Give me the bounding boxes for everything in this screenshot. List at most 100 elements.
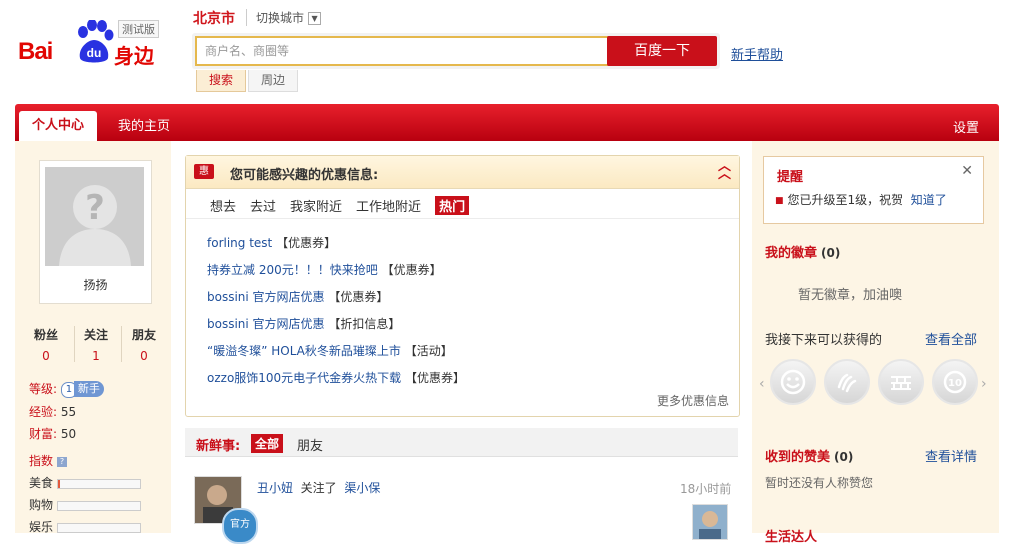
filter-near-home[interactable]: 我家附近 <box>290 196 342 215</box>
reminder-box: 提醒 ✕ ■ 您已升级至1级，祝贺 知道了 <box>763 156 984 224</box>
likes-count: (0) <box>834 450 854 464</box>
ten-badge-icon[interactable]: 10 <box>932 359 978 405</box>
search-input[interactable]: 商户名、商圈等 <box>195 36 618 66</box>
tab-my-homepage[interactable]: 我的主页 <box>118 115 170 134</box>
deal-link[interactable]: “暖溢冬璨” HOLA秋冬新品璀璨上市 <box>207 344 401 358</box>
likes-title: 收到的赞美 <box>765 450 831 465</box>
feed-target-avatar[interactable] <box>692 504 728 540</box>
deal-item: ozzo服饰100元电子代金券火热下载 【优惠券】 <box>207 369 465 386</box>
view-all-badges-link[interactable]: 查看全部 <box>925 329 977 348</box>
feed-header: 新鲜事: 全部 朋友 <box>185 428 738 457</box>
deal-badge-icon: 惠 <box>194 164 214 179</box>
logo-du: du <box>87 46 102 60</box>
chevron-down-icon: ▼ <box>308 12 322 25</box>
svg-text:10: 10 <box>948 378 962 389</box>
badges-count: (0) <box>821 246 841 260</box>
likes-empty-text: 暂时还没有人称赞您 <box>765 476 874 490</box>
help-link[interactable]: 新手帮助 <box>731 44 783 63</box>
stat-value: 1 <box>92 349 100 363</box>
stat-fans[interactable]: 粉丝 0 <box>24 326 68 363</box>
reminder-message: ■ 您已升级至1级，祝贺 知道了 <box>775 191 947 208</box>
deal-item: bossini 官方网店优惠 【优惠券】 <box>207 288 388 305</box>
exp-label: 经验: <box>29 405 58 419</box>
deal-link[interactable]: 持券立减 200元！！！快来抢吧 <box>207 263 378 277</box>
level-label: 等级: <box>29 382 58 396</box>
stat-value: 0 <box>140 349 148 363</box>
filter-want[interactable]: 想去 <box>210 196 236 215</box>
help-icon[interactable]: ? <box>57 456 68 467</box>
feed-target-link[interactable]: 渠小保 <box>344 481 380 495</box>
deal-link[interactable]: forling test <box>207 236 272 250</box>
deal-item: forling test 【优惠券】 <box>207 234 336 251</box>
tab-search[interactable]: 搜索 <box>196 70 246 92</box>
stat-following[interactable]: 关注 1 <box>74 326 118 363</box>
filter-hot[interactable]: 热门 <box>435 196 470 215</box>
feed-tab-friends[interactable]: 朋友 <box>297 435 323 454</box>
deal-link[interactable]: bossini 官方网店优惠 <box>207 317 325 331</box>
deal-tag: 【优惠券】 <box>405 371 466 385</box>
level-row: 等级: 1 新手 <box>29 380 104 398</box>
deals-title: 您可能感兴趣的优惠信息: <box>230 168 379 183</box>
badges-heading: 我的徽章 (0) <box>765 242 840 261</box>
close-icon[interactable]: ✕ <box>961 163 973 179</box>
chevron-right-icon[interactable]: › <box>981 376 987 392</box>
filter-near-work[interactable]: 工作地附近 <box>356 196 421 215</box>
search-button[interactable]: 百度一下 <box>607 36 717 66</box>
reminder-title: 提醒 <box>777 170 804 185</box>
acknowledge-link[interactable]: 知道了 <box>911 193 947 207</box>
profile-card: ? 扬扬 <box>39 160 152 304</box>
official-badge: 官方 <box>222 508 258 544</box>
level-name: 新手 <box>73 381 104 397</box>
deal-tag: 【折扣信息】 <box>328 317 401 331</box>
stat-label: 关注 <box>83 328 108 342</box>
feed-timestamp: 18小时前 <box>680 482 732 496</box>
filter-been[interactable]: 去过 <box>250 196 276 215</box>
tab-nearby[interactable]: 周边 <box>248 70 298 92</box>
deals-panel: 惠 您可能感兴趣的优惠信息: ︿ ︿ 想去 去过 我家附近 工作地附近 热门 forlin… <box>185 155 740 417</box>
deal-link[interactable]: bossini 官方网店优惠 <box>207 290 325 304</box>
deal-item: 持券立减 200元！！！快来抢吧 【优惠券】 <box>207 261 442 278</box>
index-fill <box>58 479 61 488</box>
wealth-value: 50 <box>60 427 77 441</box>
reminder-text: 您已升级至1级，祝贺 <box>787 193 904 207</box>
more-deals-link[interactable]: 更多优惠信息 <box>657 392 729 409</box>
index-progress-bar <box>57 522 142 533</box>
avatar[interactable]: ? <box>45 167 144 266</box>
index-item-label: 美食 <box>29 476 54 490</box>
level-badge[interactable]: 1 新手 <box>60 381 104 398</box>
index-label: 指数 <box>29 454 54 468</box>
switch-city-label: 切换城市 <box>256 11 305 25</box>
baidu-logo[interactable]: 测试版 Bai du 身边 <box>18 18 166 72</box>
smiley-badge-icon[interactable] <box>770 359 816 405</box>
main-nav: 个人中心 我的主页 设置 <box>15 104 999 141</box>
exp-row: 经验: 55 <box>29 403 76 420</box>
feed-item-text: 丑小妞 关注了 渠小保 <box>257 479 380 496</box>
next-badges-label: 我接下来可以获得的 <box>765 333 883 348</box>
switch-city-dropdown[interactable]: 切换城市 ▼ <box>246 9 322 26</box>
feed-user-link[interactable]: 丑小妞 <box>257 481 293 495</box>
logo-bai: Bai <box>18 38 53 65</box>
brick-wall-badge-icon[interactable] <box>878 359 924 405</box>
search-box: 商户名、商圈等 百度一下 <box>192 33 720 69</box>
view-likes-detail-link[interactable]: 查看详情 <box>925 446 977 465</box>
deal-tag: 【优惠券】 <box>381 263 442 277</box>
default-avatar-icon: ? <box>45 167 144 266</box>
feed-tab-all[interactable]: 全部 <box>251 434 284 453</box>
deal-item: bossini 官方网店优惠 【折扣信息】 <box>207 315 400 332</box>
bullet-icon: ■ <box>775 195 784 206</box>
user-name[interactable]: 扬扬 <box>40 276 151 293</box>
wave-hand-badge-icon[interactable] <box>824 359 870 405</box>
exp-value: 55 <box>60 405 77 419</box>
chevron-left-icon[interactable]: ‹ <box>759 376 765 392</box>
tab-personal-center[interactable]: 个人中心 <box>19 111 97 141</box>
feed-action: 关注了 <box>300 481 337 495</box>
index-shopping-row: 购物 <box>29 496 142 513</box>
double-chevron-up-icon[interactable]: ︿ ︿ <box>718 160 731 181</box>
settings-link[interactable]: 设置 <box>953 117 979 136</box>
beta-badge: 测试版 <box>118 20 159 38</box>
wealth-row: 财富: 50 <box>29 425 76 442</box>
user-photo <box>693 505 727 539</box>
badges-title: 我的徽章 <box>765 246 818 261</box>
deal-link[interactable]: ozzo服饰100元电子代金券火热下载 <box>207 371 401 385</box>
stat-friends[interactable]: 朋友 0 <box>122 326 166 363</box>
